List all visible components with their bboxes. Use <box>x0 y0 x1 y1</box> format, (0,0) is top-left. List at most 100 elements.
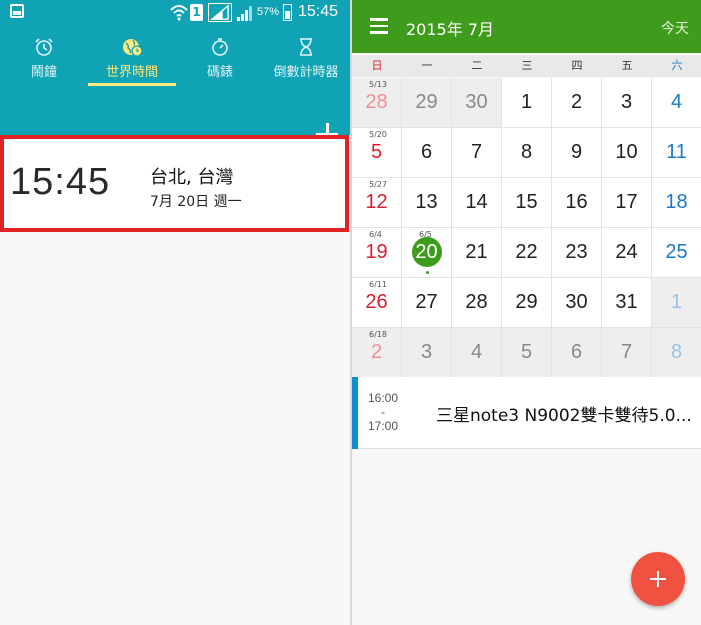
calendar-day[interactable]: 24 <box>602 228 652 278</box>
calendar-day[interactable]: 5/27 12 <box>352 178 402 228</box>
world-clock-icon <box>123 39 142 57</box>
day-number: 28 <box>465 291 488 313</box>
day-number: 26 <box>365 291 388 313</box>
calendar-day[interactable]: 10 <box>602 128 652 178</box>
week-lunar-label: 5/20 <box>369 130 387 139</box>
calendar-day[interactable]: 5 <box>502 328 552 378</box>
today-button[interactable]: 今天 <box>661 18 689 38</box>
calendar-day-today[interactable]: 6/5 20 <box>402 228 452 278</box>
event-item[interactable]: 16:00 - 17:00 三星note3 N9002雙卡雙待5.0... <box>352 377 701 449</box>
add-event-button[interactable] <box>631 552 685 606</box>
calendar-day[interactable]: 16 <box>552 178 602 228</box>
day-number: 17 <box>615 191 638 213</box>
calendar-day[interactable]: 9 <box>552 128 602 178</box>
gallery-icon <box>10 4 24 18</box>
day-number: 29 <box>415 91 438 113</box>
calendar-day[interactable]: 6/4 19 <box>352 228 402 278</box>
day-number: 6 <box>570 341 583 363</box>
tab-timer[interactable]: 倒數計時器 <box>262 35 350 85</box>
day-number: 18 <box>665 191 688 213</box>
day-number: 23 <box>565 241 588 263</box>
hamburger-icon[interactable] <box>370 18 388 34</box>
calendar-day[interactable]: 25 <box>652 228 701 278</box>
calendar-day[interactable]: 6/11 26 <box>352 278 402 328</box>
day-number: 25 <box>665 241 688 263</box>
week-lunar-label: 5/27 <box>369 180 387 189</box>
calendar-month-title[interactable]: 2015年 7月 <box>406 16 494 40</box>
calendar-day[interactable]: 5/20 5 <box>352 128 402 178</box>
calendar-day[interactable]: 30 <box>552 278 602 328</box>
wifi-icon <box>170 5 188 21</box>
day-number: 20 <box>415 241 438 263</box>
day-number: 6 <box>420 141 433 163</box>
calendar-day[interactable]: 3 <box>402 328 452 378</box>
battery-percent: 57% <box>257 6 280 18</box>
day-number: 14 <box>465 191 488 213</box>
calendar-day[interactable]: 6 <box>552 328 602 378</box>
day-number: 12 <box>365 191 388 213</box>
calendar-day[interactable]: 4 <box>652 78 701 128</box>
calendar-day[interactable]: 28 <box>452 278 502 328</box>
calendar-day[interactable]: 7 <box>452 128 502 178</box>
calendar-day[interactable]: 22 <box>502 228 552 278</box>
day-number: 5 <box>520 341 533 363</box>
calendar-day[interactable]: 6/18 2 <box>352 328 402 378</box>
day-number: 2 <box>570 91 583 113</box>
day-number: 4 <box>670 91 683 113</box>
week-lunar-label: 5/13 <box>369 80 387 89</box>
calendar-day[interactable]: 1 <box>502 78 552 128</box>
day-number: 29 <box>515 291 538 313</box>
signal-icon <box>208 3 232 22</box>
calendar-day[interactable]: 17 <box>602 178 652 228</box>
day-number: 11 <box>666 141 687 163</box>
calendar-header: 2015年 7月 今天 <box>352 0 701 53</box>
day-number: 13 <box>415 191 438 213</box>
weekday-label: 二 <box>471 59 483 72</box>
status-time: 15:45 <box>298 3 339 20</box>
calendar-day[interactable]: 11 <box>652 128 701 178</box>
calendar-day[interactable]: 14 <box>452 178 502 228</box>
weekday-label: 一 <box>421 59 433 72</box>
event-end-time: 17:00 <box>368 419 399 433</box>
clock-app-pane: 1 57% 15:45 鬧鐘 世界時間 碼錶 倒數計時器 15:45 台北, 台… <box>0 0 350 625</box>
calendar-day[interactable]: 29 <box>502 278 552 328</box>
day-number: 10 <box>615 141 638 163</box>
today-lunar-label: 6/5 <box>419 230 432 239</box>
battery-charging-icon <box>283 4 292 21</box>
calendar-day[interactable]: 18 <box>652 178 701 228</box>
day-number: 5 <box>370 141 383 163</box>
calendar-day[interactable]: 1 <box>652 278 701 328</box>
weekday-label: 三 <box>521 59 533 72</box>
calendar-day[interactable]: 21 <box>452 228 502 278</box>
tab-alarm[interactable]: 鬧鐘 <box>0 35 88 85</box>
calendar-day[interactable]: 30 <box>452 78 502 128</box>
calendar-day[interactable]: 4 <box>452 328 502 378</box>
weekday-label: 六 <box>671 59 683 72</box>
calendar-day[interactable]: 29 <box>402 78 452 128</box>
week-lunar-label: 6/4 <box>369 230 382 239</box>
calendar-day[interactable]: 23 <box>552 228 602 278</box>
weekday-header: 日一二三四五六 <box>352 55 701 77</box>
calendar-day[interactable]: 27 <box>402 278 452 328</box>
calendar-day[interactable]: 8 <box>652 328 701 378</box>
world-clock-card[interactable]: 15:45 台北, 台灣 7月 20日 週一 <box>0 135 349 232</box>
timer-icon <box>300 38 312 56</box>
day-number: 30 <box>465 91 488 113</box>
calendar-day[interactable]: 15 <box>502 178 552 228</box>
calendar-day[interactable]: 8 <box>502 128 552 178</box>
event-color-bar <box>352 377 358 449</box>
tab-stopwatch[interactable]: 碼錶 <box>176 35 264 85</box>
calendar-day[interactable]: 13 <box>402 178 452 228</box>
calendar-day[interactable]: 2 <box>552 78 602 128</box>
calendar-day[interactable]: 7 <box>602 328 652 378</box>
day-number: 7 <box>470 141 483 163</box>
calendar-day[interactable]: 6 <box>402 128 452 178</box>
calendar-day[interactable]: 3 <box>602 78 652 128</box>
tab-world-clock[interactable]: 世界時間 <box>88 35 176 86</box>
day-number: 8 <box>670 341 683 363</box>
calendar-day[interactable]: 5/13 28 <box>352 78 402 128</box>
day-number: 24 <box>615 241 638 263</box>
split-screen: 1 57% 15:45 鬧鐘 世界時間 碼錶 倒數計時器 15:45 台北, 台… <box>0 0 701 625</box>
calendar-day[interactable]: 31 <box>602 278 652 328</box>
day-number: 16 <box>565 191 588 213</box>
